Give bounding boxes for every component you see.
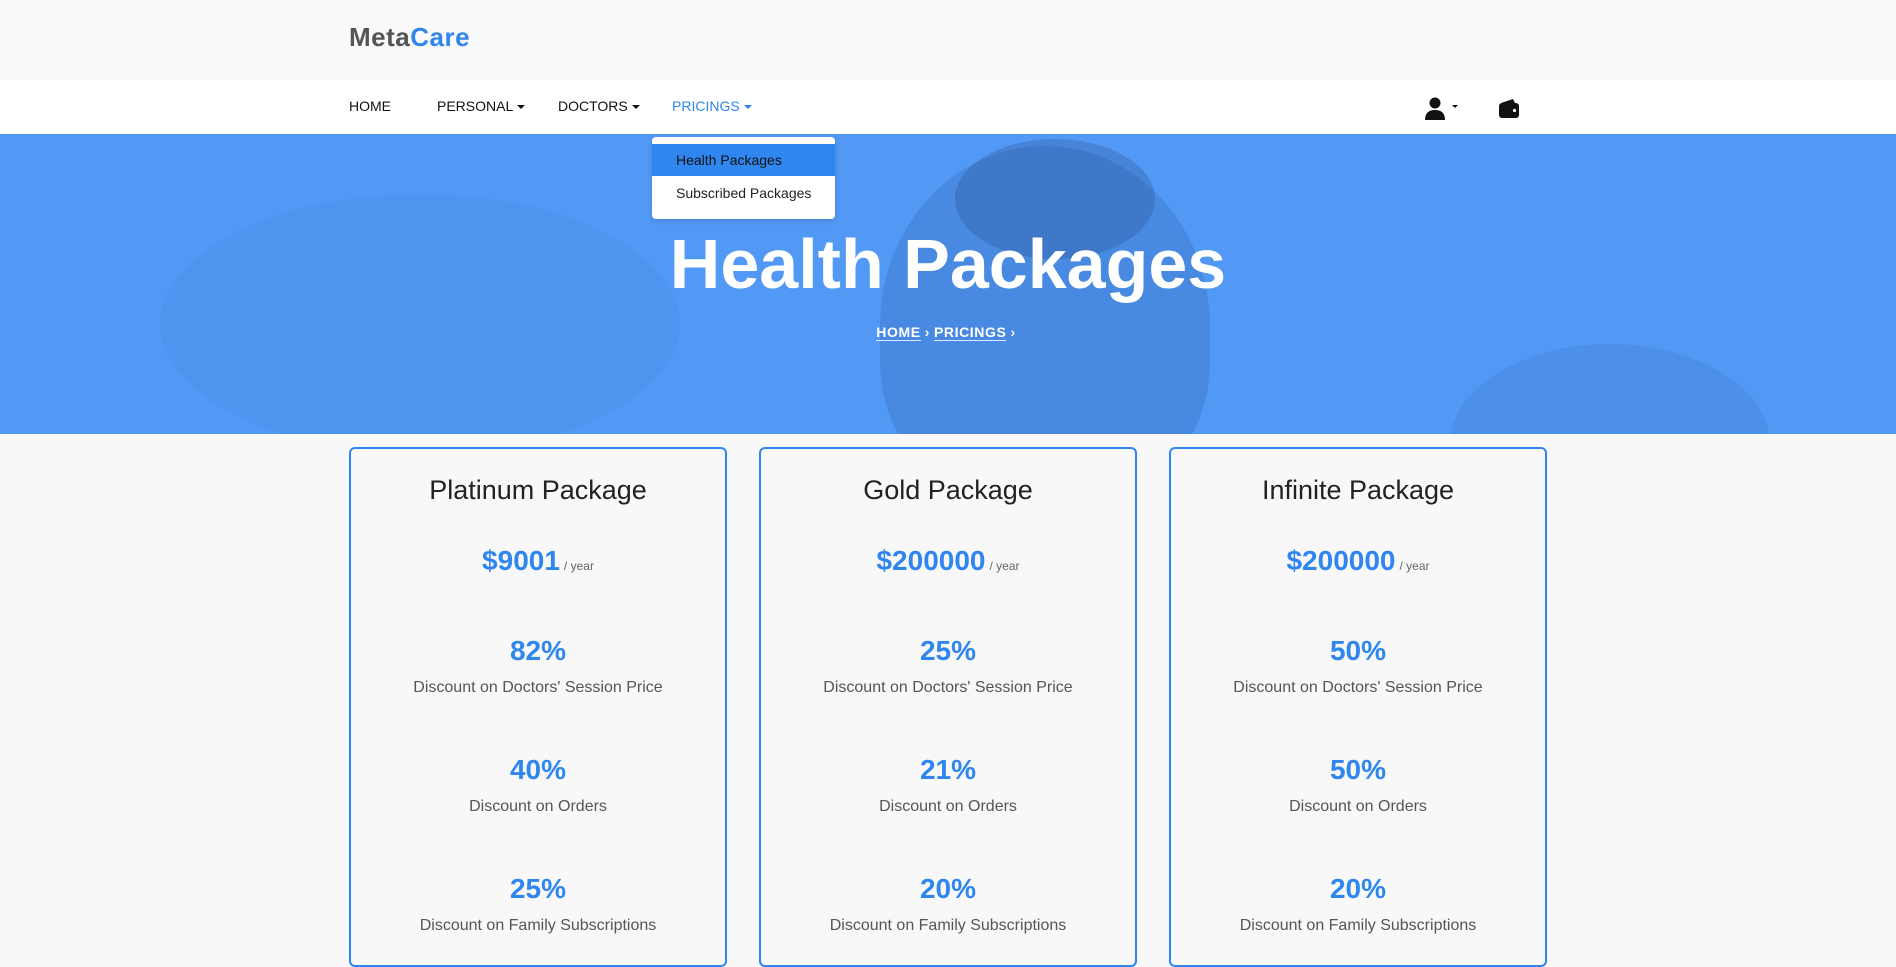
package-price: $200000/ year (1171, 545, 1545, 577)
feature-value: 50% (1329, 754, 1387, 785)
nav-personal[interactable]: PERSONAL (437, 98, 526, 114)
feature-value: 40% (509, 754, 567, 785)
user-menu-button[interactable] (1424, 96, 1464, 122)
breadcrumb-home[interactable]: HOME (876, 324, 921, 341)
nav-pricings-label: PRICINGS (672, 98, 740, 114)
feature-label: Discount on Orders (1289, 798, 1427, 815)
package-name: Gold Package (863, 475, 1033, 505)
pricings-dropdown: Health Packages Subscribed Packages (652, 137, 835, 219)
feature-value: 20% (1329, 873, 1387, 904)
package-name: Platinum Package (429, 475, 647, 505)
feature-value: 50% (1329, 635, 1387, 666)
logo[interactable]: MetaCare (349, 22, 470, 53)
wallet-button[interactable] (1497, 97, 1521, 121)
feature-label: Discount on Doctors' Session Price (823, 679, 1073, 696)
chevron-right-icon: › (1010, 324, 1016, 340)
nav-personal-label: PERSONAL (437, 98, 514, 114)
price-amount: $200000 (1286, 545, 1396, 576)
feature-value: 25% (919, 635, 977, 666)
chevron-down-icon (517, 105, 526, 110)
feature-value: 21% (919, 754, 977, 785)
package-price: $9001/ year (351, 545, 725, 577)
wallet-icon (1499, 99, 1519, 118)
breadcrumb-pricings[interactable]: PRICINGS (933, 324, 1007, 341)
package-card-platinum: Platinum Package $9001/ year 82% Discoun… (349, 447, 727, 967)
nav-doctors-label: DOCTORS (558, 98, 628, 114)
feature-value: 82% (509, 635, 567, 666)
dropdown-item-health-packages[interactable]: Health Packages (652, 144, 835, 176)
price-period: / year (989, 559, 1020, 573)
nav-home[interactable]: HOME (349, 98, 391, 114)
logo-text-meta: Meta (349, 22, 411, 52)
package-card-infinite: Infinite Package $200000/ year 50% Disco… (1169, 447, 1547, 967)
feature-label: Discount on Family Subscriptions (829, 917, 1067, 934)
price-amount: $9001 (482, 545, 560, 576)
chevron-down-icon (743, 105, 752, 110)
price-period: / year (1399, 559, 1430, 573)
feature-label: Discount on Family Subscriptions (1239, 917, 1477, 934)
page-title: Health Packages (669, 225, 1227, 303)
feature-label: Discount on Family Subscriptions (419, 917, 657, 934)
chevron-down-icon (631, 105, 640, 110)
feature-label: Discount on Orders (469, 798, 607, 815)
feature-label: Discount on Doctors' Session Price (413, 679, 663, 696)
hero-banner: Health Packages HOME › PRICINGS › (0, 134, 1896, 434)
package-name: Infinite Package (1261, 475, 1455, 505)
nav-doctors[interactable]: DOCTORS (558, 98, 640, 114)
hero-background-shape (1450, 344, 1770, 434)
package-card-gold: Gold Package $200000/ year 25% Discount … (759, 447, 1137, 967)
navbar: HOME PERSONAL DOCTORS PRICINGS (0, 80, 1896, 134)
package-price: $200000/ year (761, 545, 1135, 577)
price-period: / year (563, 559, 594, 573)
logo-text-care: Care (410, 22, 471, 52)
price-amount: $200000 (876, 545, 986, 576)
feature-value: 25% (509, 873, 567, 904)
chevron-right-icon: › (924, 324, 930, 340)
user-icon (1425, 97, 1458, 120)
feature-value: 20% (919, 873, 977, 904)
nav-pricings[interactable]: PRICINGS (672, 98, 752, 114)
breadcrumb: HOME › PRICINGS › (0, 324, 1896, 341)
feature-label: Discount on Orders (879, 798, 1017, 815)
feature-label: Discount on Doctors' Session Price (1233, 679, 1483, 696)
header: MetaCare (0, 0, 1896, 80)
dropdown-item-subscribed-packages[interactable]: Subscribed Packages (652, 177, 835, 209)
